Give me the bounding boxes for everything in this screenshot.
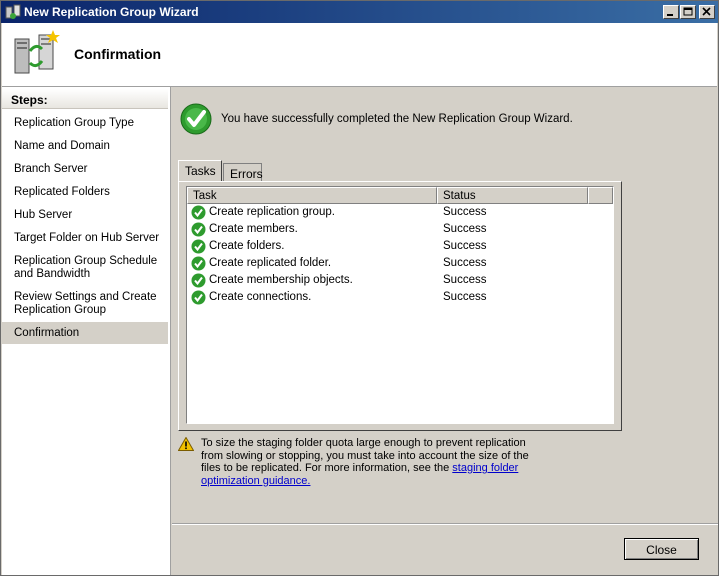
tasks-list[interactable]: Task Status Create replication group. Su… [186,186,614,424]
task-name: Create connections. [209,291,312,303]
staging-warning: To size the staging folder quota large e… [201,437,541,487]
task-status: Success [443,291,487,303]
step-label: Confirmation [14,327,80,339]
tab-tasks-label: Tasks [185,164,216,178]
close-button[interactable] [699,5,715,19]
table-row[interactable]: Create membership objects. Success [187,272,613,289]
title-bar[interactable]: New Replication Group Wizard [1,1,718,23]
tab-errors-label: Errors [230,167,263,181]
table-row[interactable]: Create folders. Success [187,238,613,255]
table-row[interactable]: Create connections. Success [187,289,613,306]
column-header-filler [588,187,613,204]
column-task-label: Task [193,190,217,202]
task-name: Create folders. [209,240,285,252]
replication-servers-icon [14,30,60,74]
column-header-status[interactable]: Status [437,187,588,204]
minimize-button[interactable] [663,5,679,19]
step-review-settings[interactable]: Review Settings and Create Replication G… [2,291,168,318]
step-label: Replication Group Schedule and Bandwidth [14,255,158,280]
task-status: Success [443,206,487,218]
maximize-icon [683,7,693,16]
task-name: Create membership objects. [209,274,353,286]
page-title: Confirmation [74,46,162,62]
step-label: Name and Domain [14,140,110,152]
main-panel: You have successfully completed the New … [172,87,718,575]
steps-heading-label: Steps: [11,93,48,107]
tab-errors[interactable]: Errors [223,163,263,182]
step-confirmation[interactable]: Confirmation [2,322,168,344]
table-row[interactable]: Create replicated folder. Success [187,255,613,272]
step-label: Target Folder on Hub Server [14,232,160,244]
close-icon [702,7,711,16]
wizard-window: New Replication Group Wizard Confirmatio… [0,0,719,576]
task-status: Success [443,240,487,252]
success-check-icon [191,290,206,305]
step-label: Review Settings and Create Replication G… [14,291,157,316]
warning-icon [178,437,194,451]
task-status: Success [443,274,487,286]
column-status-label: Status [443,190,476,202]
steps-heading: Steps: [2,89,168,109]
close-button-label: Close [646,543,677,557]
success-check-icon [191,205,206,220]
table-row[interactable]: Create replication group. Success [187,204,613,221]
step-schedule-bandwidth[interactable]: Replication Group Schedule and Bandwidth [2,255,168,282]
task-status: Success [443,223,487,235]
step-name-and-domain[interactable]: Name and Domain [2,140,168,154]
step-label: Hub Server [14,209,73,221]
success-check-icon [191,239,206,254]
replication-app-icon [5,4,21,19]
task-name: Create replicated folder. [209,257,332,269]
table-row[interactable]: Create members. Success [187,221,613,238]
minimize-icon [667,14,673,16]
wizard-header: Confirmation [2,23,717,87]
column-header-task[interactable]: Task [187,187,437,204]
step-replicated-folders[interactable]: Replicated Folders [2,186,168,200]
task-status: Success [443,257,487,269]
task-name: Create members. [209,223,298,235]
step-replication-group-type[interactable]: Replication Group Type [2,117,168,131]
step-label: Replicated Folders [14,186,110,198]
window-title: New Replication Group Wizard [24,5,199,19]
step-label: Branch Server [14,163,88,175]
tab-tasks[interactable]: Tasks [178,160,222,182]
success-check-icon [191,256,206,271]
success-check-icon [191,273,206,288]
steps-sidebar: Steps: Replication Group Type Name and D… [2,87,171,575]
success-check-icon [191,222,206,237]
button-separator [172,523,718,525]
step-branch-server[interactable]: Branch Server [2,163,168,177]
step-label: Replication Group Type [14,117,134,129]
maximize-button[interactable] [680,5,696,19]
success-message: You have successfully completed the New … [221,113,573,125]
step-target-folder[interactable]: Target Folder on Hub Server [2,232,168,246]
close-wizard-button[interactable]: Close [624,538,699,560]
tasks-panel: Task Status Create replication group. Su… [178,181,622,431]
step-hub-server[interactable]: Hub Server [2,209,168,223]
task-name: Create replication group. [209,206,335,218]
success-check-icon [180,103,212,135]
